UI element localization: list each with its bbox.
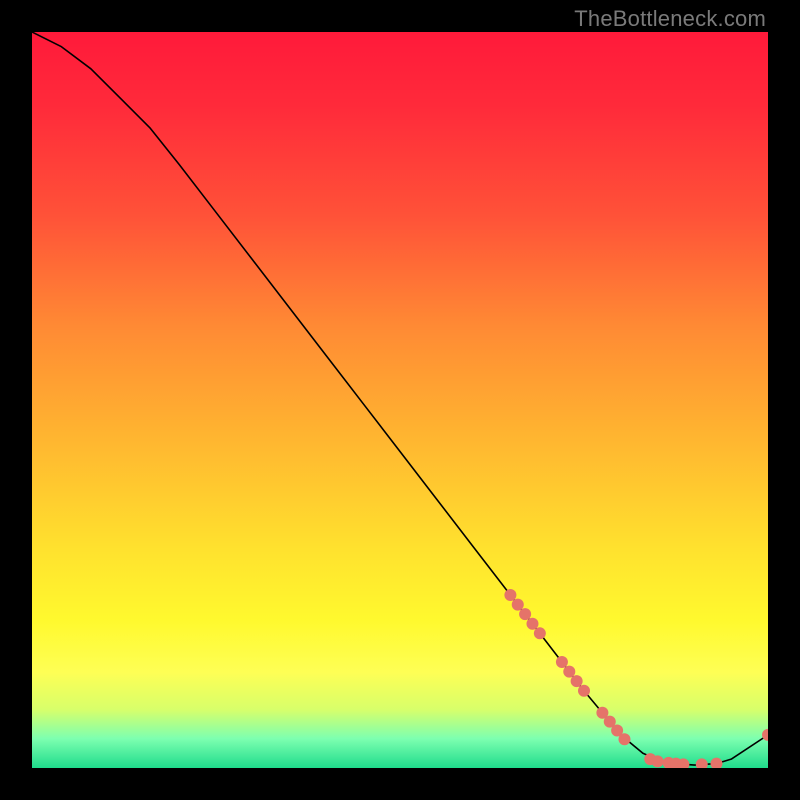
plot-area [32,32,768,768]
marker-group [504,589,768,768]
marker-point [526,618,538,630]
curve-line [32,32,768,765]
marker-point [563,666,575,678]
marker-point [556,656,568,668]
marker-point [696,758,708,768]
marker-point [512,599,524,611]
marker-point [578,685,590,697]
chart-stage: TheBottleneck.com [0,0,800,800]
chart-svg [32,32,768,768]
marker-point [534,627,546,639]
marker-point [710,758,722,768]
marker-point [618,733,630,745]
marker-point [504,589,516,601]
marker-point [652,755,664,767]
marker-point [571,675,583,687]
marker-point [519,608,531,620]
attribution-label: TheBottleneck.com [574,6,766,32]
